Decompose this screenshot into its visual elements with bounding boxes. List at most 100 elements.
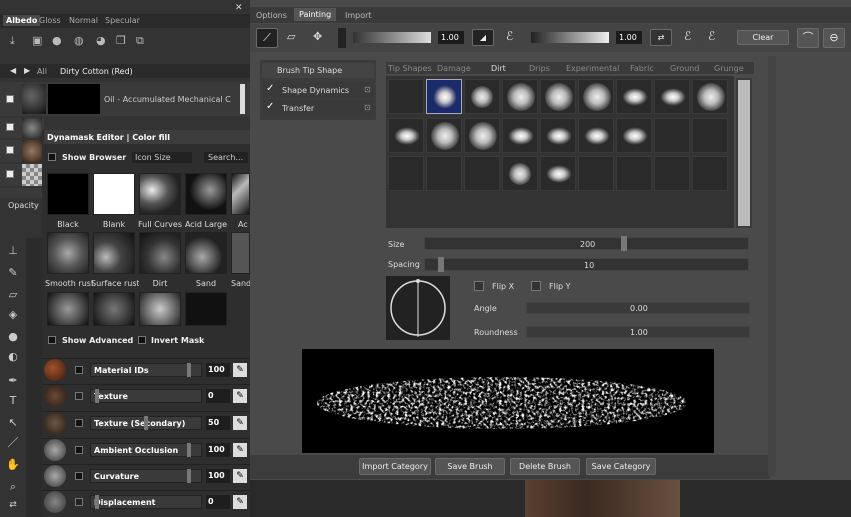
color-pick-icon[interactable]: ✎ [233,469,247,483]
layer-visibility-checkbox[interactable] [6,146,14,154]
setting-value[interactable]: 0 [206,495,230,509]
mask-thumb-smooth-rust[interactable] [47,232,89,274]
hand-tool-icon[interactable]: ✋ [5,458,21,472]
shape-dynamics-item[interactable]: ✓ Shape Dynamics ⊡ [262,82,374,98]
import-icon[interactable]: ⤓ [10,34,15,48]
brush-tip-cell[interactable] [540,79,576,114]
eraser-icon[interactable]: ▱ [287,30,295,43]
tab-gloss[interactable]: Gloss [39,16,61,25]
layer-scroll-handle[interactable] [240,84,245,114]
setting-slider-handle[interactable] [95,495,100,509]
brush-tip-cell[interactable] [426,118,462,153]
brush-tip-cell[interactable] [654,156,690,191]
brush-tip-cell[interactable] [464,156,500,191]
mask-thumb-black[interactable] [47,173,89,215]
select-tool-icon[interactable]: ↖ [5,416,21,430]
layer-row[interactable] [0,164,44,186]
setting-checkbox[interactable] [75,392,83,400]
brush-tip-cell[interactable] [464,79,500,114]
color-pick-icon[interactable]: ✎ [233,495,247,509]
angle-circle-icon[interactable] [386,276,450,340]
tab-albedo[interactable]: Albedo [3,15,41,26]
smudge-tool-icon[interactable]: ◐ [5,350,21,364]
invert-mask-checkbox[interactable] [138,336,146,344]
brush-tip-cell[interactable] [426,156,462,191]
layer-visibility-checkbox[interactable] [6,170,14,178]
setting-slider-handle[interactable] [187,443,192,457]
brush-tip-cell[interactable] [692,79,728,114]
brush-tip-cell[interactable] [616,118,652,153]
spacing-slider-handle[interactable] [438,257,444,272]
pen-tilt-icon[interactable]: ℰ [684,29,691,43]
setting-slider-handle[interactable] [144,416,148,430]
setting-checkbox[interactable] [75,446,83,454]
pen-tool-icon[interactable]: ✒ [5,374,21,388]
setting-slider-handle[interactable] [187,469,192,483]
brush-tip-cell[interactable] [502,79,538,114]
brush-tip-cell[interactable] [540,156,576,191]
brush-tip-cell[interactable] [692,156,728,191]
size-slider-handle[interactable] [621,236,627,251]
swap-icon[interactable]: ⇄ [650,29,672,46]
brush-tip-cell[interactable] [388,79,424,114]
eraser-tool-icon[interactable]: ▱ [5,288,21,302]
transfer-item[interactable]: ✓ Transfer ⊡ [262,100,374,116]
checkmark-icon[interactable]: ✓ [266,83,274,94]
category-tab[interactable]: Experimental [566,64,619,73]
color-pick-icon[interactable]: ✎ [233,416,247,430]
pen-rotate-icon[interactable]: ℰ [708,29,715,43]
brush-tip-cell[interactable] [578,118,614,153]
color-pick-icon[interactable]: ✎ [233,443,247,457]
setting-value[interactable]: 100 [206,469,230,483]
brush-tip-cell[interactable] [388,156,424,191]
scroll-thumb[interactable] [738,80,750,226]
mask-thumb[interactable] [185,292,227,326]
target-icon[interactable]: ⊖ [823,28,845,48]
setting-value[interactable]: 50 [206,416,230,430]
setting-checkbox[interactable] [75,498,83,506]
category-tab[interactable]: Dirt [491,64,506,73]
zoom-tool-icon[interactable]: ⌕ [5,480,21,494]
setting-value[interactable]: 100 [206,363,230,377]
checkmark-icon[interactable]: ✓ [266,101,274,112]
opacity-gradient-slider[interactable] [352,31,432,44]
brush-tip-cell[interactable] [464,118,500,153]
sphere-icon[interactable]: ◍ [74,34,84,47]
fill-tool-icon[interactable]: ◈ [5,308,21,322]
brush-tip-shape-item[interactable]: Brush Tip Shape [262,63,374,78]
mask-thumb-blank[interactable] [93,173,135,215]
category-tab[interactable]: Drips [529,64,550,73]
mask-thumb-sand-2[interactable] [231,232,250,274]
brush-tip-cell[interactable] [654,79,690,114]
opacity-value[interactable]: 1.00 [438,31,464,44]
angle-roundness-widget[interactable] [386,276,450,340]
pen-pressure-icon[interactable]: ℰ [506,29,513,43]
lock-icon[interactable]: ⊡ [364,85,371,94]
category-tab[interactable]: Grunge [714,64,744,73]
curve-icon[interactable]: ⌒ [797,28,819,48]
layer-row[interactable]: Oil - Accumulated Mechanical C [0,82,250,116]
drop-tool-icon[interactable]: ● [5,330,21,344]
mode-dropdown[interactable] [338,28,346,48]
show-advanced-checkbox[interactable] [48,336,56,344]
category-tab[interactable]: Damage [437,64,471,73]
brush-tip-cell[interactable] [578,156,614,191]
mask-thumb-acid[interactable] [231,173,250,215]
brush-tip-cell[interactable] [616,156,652,191]
setting-slider-handle[interactable] [95,389,100,403]
mask-thumb[interactable] [139,292,181,326]
category-tab[interactable]: Tip Shapes [388,64,432,73]
right-scrollbar[interactable] [768,56,776,476]
brush-tip-cell[interactable] [654,118,690,153]
swap-colors-icon[interactable]: ⇄ [5,498,21,512]
brush-tip-cell[interactable] [692,118,728,153]
mask-thumb[interactable] [93,292,135,326]
brush-grid-scrollbar[interactable] [736,78,752,228]
breadcrumb-all[interactable]: All [37,67,47,76]
forward-arrow-icon[interactable]: ▶ [24,66,30,75]
brush-tip-cell[interactable] [426,79,462,114]
layer-visibility-checkbox[interactable] [6,95,14,103]
brush-tip-cell[interactable] [502,118,538,153]
stamp-tool-icon[interactable]: ⊥ [5,244,21,258]
layer-visibility-checkbox[interactable] [6,123,14,131]
